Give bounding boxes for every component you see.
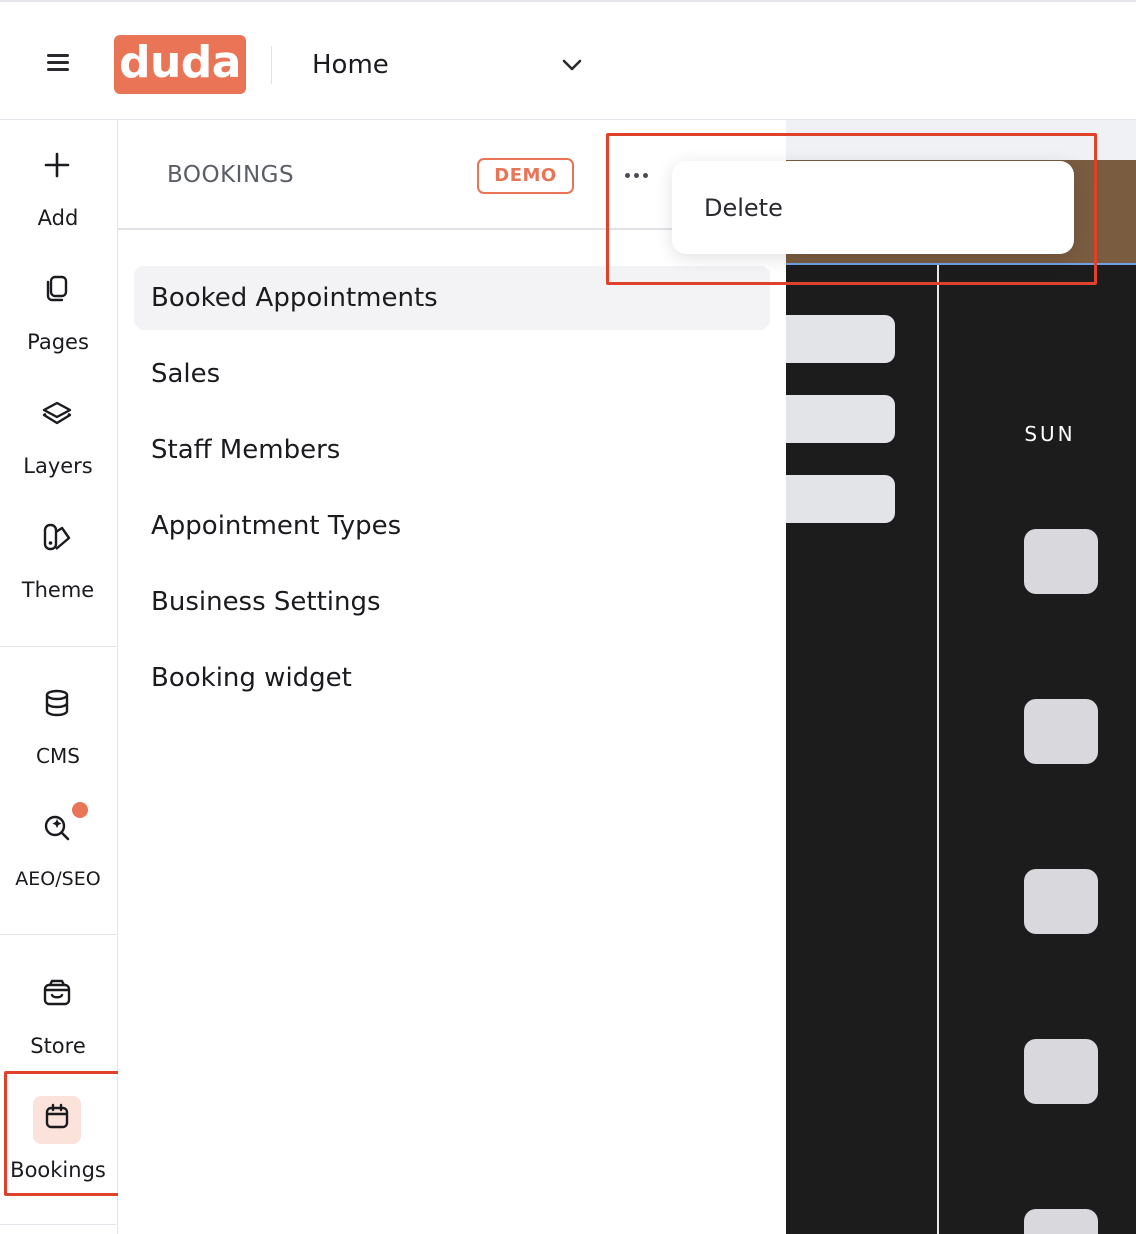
store-icon [43, 979, 71, 1006]
sidebar-item-cms[interactable]: CMS [0, 676, 116, 776]
time-slot[interactable] [1024, 1209, 1098, 1234]
time-slot[interactable] [1024, 869, 1098, 934]
bookings-menu: Booked Appointments Sales Staff Members … [134, 266, 770, 722]
sidebar-item-aeo-seo[interactable]: AEO/SEO [0, 800, 116, 900]
sidebar-item-pages[interactable]: Pages [0, 262, 116, 362]
seo-search-icon [44, 815, 70, 841]
sidebar-divider [0, 1224, 116, 1225]
duda-logo[interactable]: duda [114, 35, 246, 94]
database-icon [45, 689, 69, 717]
day-label: SUN [1024, 422, 1076, 446]
preview-button[interactable] [786, 475, 895, 523]
menu-item-appointment-types[interactable]: Appointment Types [134, 494, 770, 558]
divider [271, 46, 272, 84]
sidebar-divider [0, 934, 116, 935]
site-preview: SUN [786, 120, 1136, 1234]
preview-button[interactable] [786, 395, 895, 443]
column-divider [937, 265, 939, 1234]
layers-icon [42, 401, 72, 425]
page-selector-label: Home [312, 50, 389, 80]
highlight-box-bookings [4, 1071, 121, 1196]
plus-icon [44, 152, 70, 178]
pages-icon [46, 275, 68, 302]
preview-button[interactable] [786, 315, 895, 363]
hamburger-menu-icon[interactable] [47, 54, 69, 72]
page-selector-dropdown[interactable]: Home [296, 42, 592, 90]
time-slot[interactable] [1024, 529, 1098, 594]
sidebar-item-add[interactable]: Add [0, 138, 116, 238]
menu-item-business-settings[interactable]: Business Settings [134, 570, 770, 634]
menu-item-staff-members[interactable]: Staff Members [134, 418, 770, 482]
menu-item-booking-widget[interactable]: Booking widget [134, 646, 770, 710]
highlight-box-delete [606, 133, 1097, 285]
chevron-down-icon [562, 59, 582, 71]
sidebar-item-label: Add [37, 206, 79, 230]
left-sidebar: Add Pages Layers Theme CMS AEO/SEO Store… [0, 120, 118, 1234]
sidebar-divider [0, 646, 116, 647]
sidebar-item-label: Layers [23, 454, 93, 478]
sidebar-item-label: Store [30, 1034, 86, 1058]
sidebar-item-layers[interactable]: Layers [0, 386, 116, 486]
sidebar-item-label: Theme [21, 578, 95, 602]
time-slot[interactable] [1024, 699, 1098, 764]
sidebar-item-store[interactable]: Store [0, 966, 116, 1066]
demo-badge: DEMO [477, 158, 574, 194]
top-bar: duda Home [0, 0, 1136, 120]
sidebar-item-theme[interactable]: Theme [0, 510, 116, 610]
notification-dot [72, 802, 88, 818]
bookings-panel: BOOKINGS DEMO Booked Appointments Sales … [118, 120, 786, 1234]
sidebar-item-label: CMS [36, 744, 80, 768]
theme-icon [43, 523, 71, 551]
panel-title: BOOKINGS [167, 162, 295, 188]
menu-item-sales[interactable]: Sales [134, 342, 770, 406]
sidebar-item-label: AEO/SEO [15, 868, 101, 890]
sidebar-item-label: Pages [27, 330, 89, 354]
time-slot[interactable] [1024, 1039, 1098, 1104]
